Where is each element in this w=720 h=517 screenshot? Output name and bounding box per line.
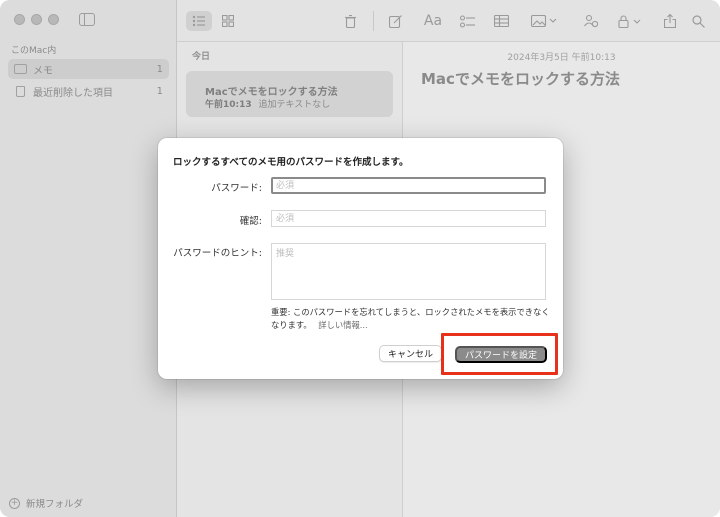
delete-button[interactable] — [340, 11, 360, 31]
password-field[interactable] — [271, 177, 546, 194]
search-icon — [691, 14, 705, 28]
note-meta: 午前10:13 追加テキストなし — [205, 97, 330, 110]
dialog-title: ロックするすべてのメモ用のパスワードを作成します。 — [173, 157, 409, 168]
toolbar: Aa — [177, 0, 720, 42]
compose-icon — [388, 14, 402, 28]
photo-icon — [531, 15, 557, 27]
media-button[interactable] — [527, 11, 561, 31]
new-note-button[interactable] — [385, 11, 405, 31]
share-icon — [664, 14, 676, 28]
sidebar: このMac内 メモ 1 最近削除した項目 1 + 新規フォルダ — [0, 0, 177, 517]
new-folder-button[interactable]: + 新規フォルダ — [9, 496, 83, 510]
note-title: Macでメモをロックする方法 — [205, 87, 338, 98]
set-password-highlight — [441, 333, 558, 375]
trash-icon — [344, 14, 356, 28]
password-warning: 重要: このパスワードを忘れてしまうと、ロックされたメモを表示できなくなります。… — [271, 306, 551, 331]
plus-circle-icon: + — [9, 497, 20, 509]
checklist-icon — [459, 14, 475, 28]
sidebar-item-label: 最近削除した項目 — [33, 87, 113, 99]
sidebar-item-count: 1 — [156, 63, 163, 75]
table-button[interactable] — [490, 11, 512, 31]
sidebar-toggle-icon[interactable] — [79, 13, 95, 26]
password-label: パスワード: — [211, 183, 262, 194]
confirm-label: 確認: — [239, 216, 262, 227]
note-time: 午前10:13 — [205, 100, 252, 110]
note-date: 2024年3月5日 午前10:13 — [507, 53, 616, 63]
list-view-button[interactable] — [186, 11, 212, 31]
checklist-button[interactable] — [457, 11, 477, 31]
sidebar-item-notes[interactable]: メモ 1 — [8, 59, 169, 79]
minimize-window-button[interactable] — [31, 14, 42, 25]
cancel-button[interactable]: キャンセル — [379, 345, 442, 362]
password-hint-field[interactable] — [271, 243, 546, 300]
note-heading: Macでメモをロックする方法 — [421, 70, 620, 88]
gallery-view-button[interactable] — [217, 11, 239, 31]
format-button[interactable]: Aa — [422, 11, 444, 31]
list-item[interactable]: Macでメモをロックする方法 午前10:13 追加テキストなし — [186, 71, 393, 117]
close-window-button[interactable] — [14, 14, 25, 25]
folder-icon — [14, 64, 27, 74]
new-folder-label: 新規フォルダ — [26, 499, 84, 510]
table-icon — [493, 15, 509, 27]
lock-button[interactable] — [615, 11, 645, 31]
search-button[interactable] — [688, 11, 708, 31]
sidebar-section-title: このMac内 — [11, 46, 57, 56]
sidebar-item-count: 1 — [156, 85, 163, 97]
trash-icon — [16, 85, 25, 97]
more-info-link[interactable]: 詳しい情報... — [318, 320, 367, 330]
warning-text: 重要: このパスワードを忘れてしまうと、ロックされたメモを表示できなくなります。 — [271, 307, 550, 330]
list-view-icon — [192, 15, 205, 27]
note-preview: 追加テキストなし — [258, 100, 331, 110]
collaborate-button[interactable] — [581, 11, 601, 31]
confirm-password-field[interactable] — [271, 210, 546, 227]
grid-icon — [222, 15, 234, 27]
collaborate-icon — [584, 14, 598, 28]
sidebar-item-label: メモ — [33, 65, 53, 77]
share-button[interactable] — [660, 11, 680, 31]
hint-label: パスワードのヒント: — [173, 248, 262, 259]
note-list-section-header: 今日 — [192, 52, 211, 62]
sidebar-item-recently-deleted[interactable]: 最近削除した項目 1 — [8, 81, 169, 101]
toolbar-divider — [373, 11, 374, 31]
zoom-window-button[interactable] — [48, 14, 59, 25]
lock-icon — [618, 14, 641, 28]
